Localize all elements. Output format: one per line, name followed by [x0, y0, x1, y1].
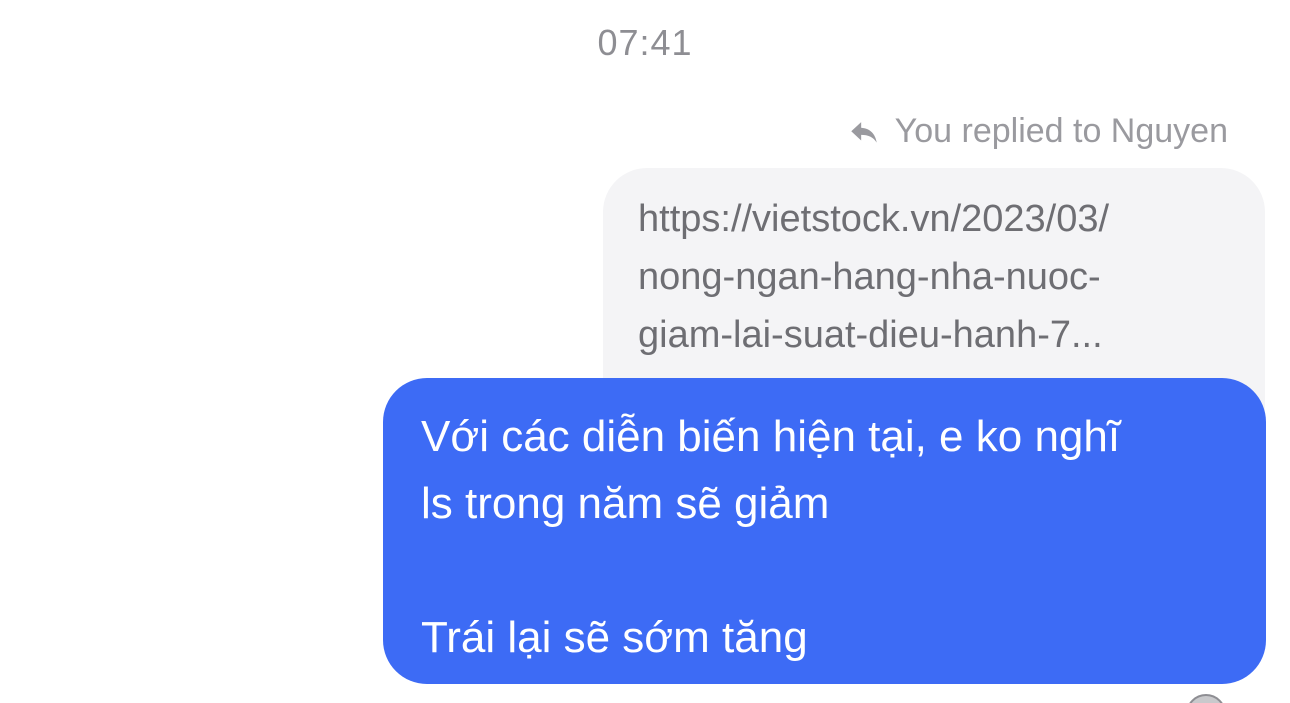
- quoted-link-line: giam-lai-suat-dieu-hanh-7...: [638, 314, 1103, 356]
- message-text-line: Với các diễn biến hiện tại, e ko nghĩ: [421, 412, 1121, 461]
- message-timestamp: 07:41: [597, 22, 693, 63]
- reply-indicator-text: You replied to Nguyen: [894, 112, 1228, 150]
- reply-arrow-icon: [847, 115, 881, 149]
- quoted-link-line: https://vietstock.vn/2023/03/: [638, 198, 1110, 240]
- reply-indicator: You replied to Nguyen: [847, 112, 1228, 151]
- quoted-link-line: nong-ngan-hang-nha-nuoc-: [638, 256, 1101, 298]
- message-text-line: Trái lại sẽ sớm tăng: [421, 613, 808, 662]
- sent-message-bubble[interactable]: Với các diễn biến hiện tại, e ko nghĩ ls…: [383, 378, 1266, 684]
- message-text-line: ls trong năm sẽ giảm: [421, 479, 830, 528]
- seen-avatar: [1186, 694, 1226, 703]
- chat-thread: 07:41 You replied to Nguyen https://viet…: [0, 0, 1290, 703]
- message-text-line: [421, 537, 1228, 604]
